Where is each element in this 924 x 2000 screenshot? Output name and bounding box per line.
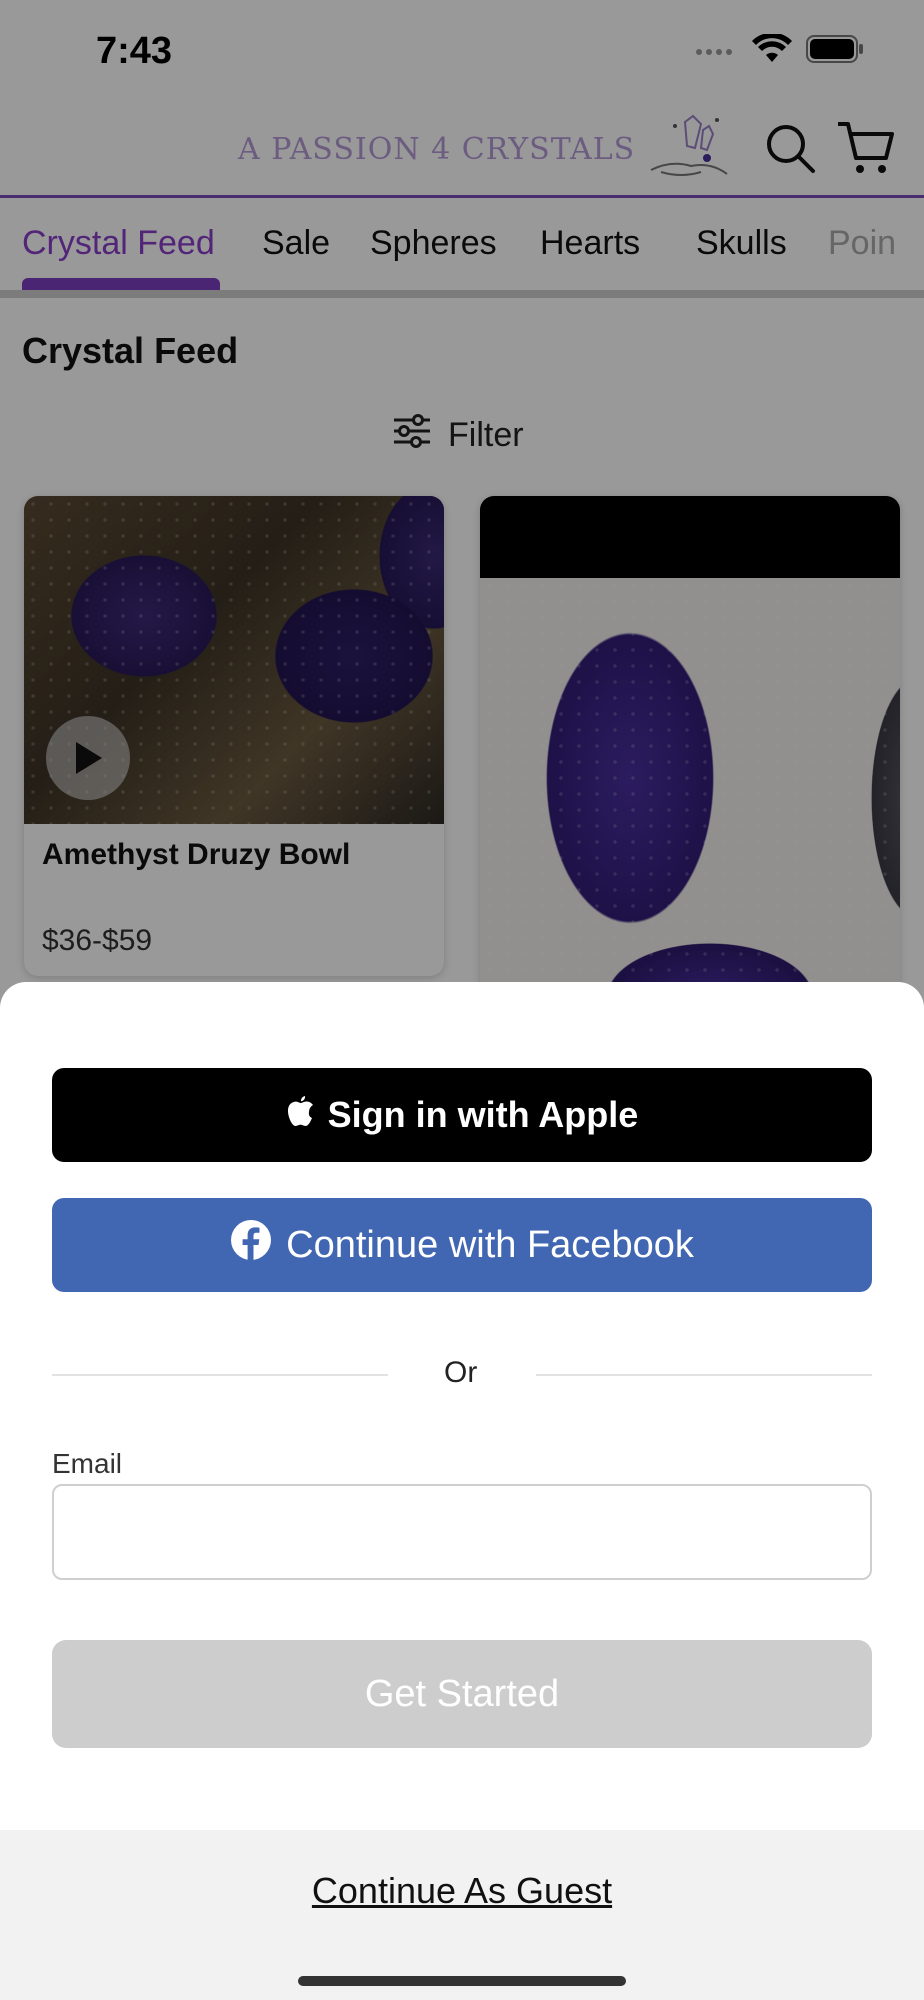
apple-icon (286, 1094, 314, 1136)
divider (52, 1374, 388, 1376)
continue-as-guest-link[interactable]: Continue As Guest (0, 1870, 924, 1912)
sign-in-sheet: Sign in with Apple Continue with Faceboo… (0, 982, 924, 2000)
facebook-icon (230, 1219, 272, 1271)
get-started-label: Get Started (364, 1672, 560, 1715)
get-started-button[interactable]: Get Started (52, 1640, 872, 1748)
home-indicator[interactable] (298, 1976, 626, 1986)
divider (536, 1374, 872, 1376)
email-label: Email (52, 1448, 123, 1479)
sign-in-apple-button[interactable]: Sign in with Apple (52, 1068, 872, 1162)
email-field[interactable] (52, 1484, 872, 1580)
facebook-button-label: Continue with Facebook (286, 1223, 694, 1266)
or-separator: Or (444, 1356, 478, 1389)
guest-footer: Continue As Guest (0, 1830, 924, 2000)
continue-facebook-button[interactable]: Continue with Facebook (52, 1198, 872, 1292)
apple-button-label: Sign in with Apple (327, 1094, 639, 1135)
